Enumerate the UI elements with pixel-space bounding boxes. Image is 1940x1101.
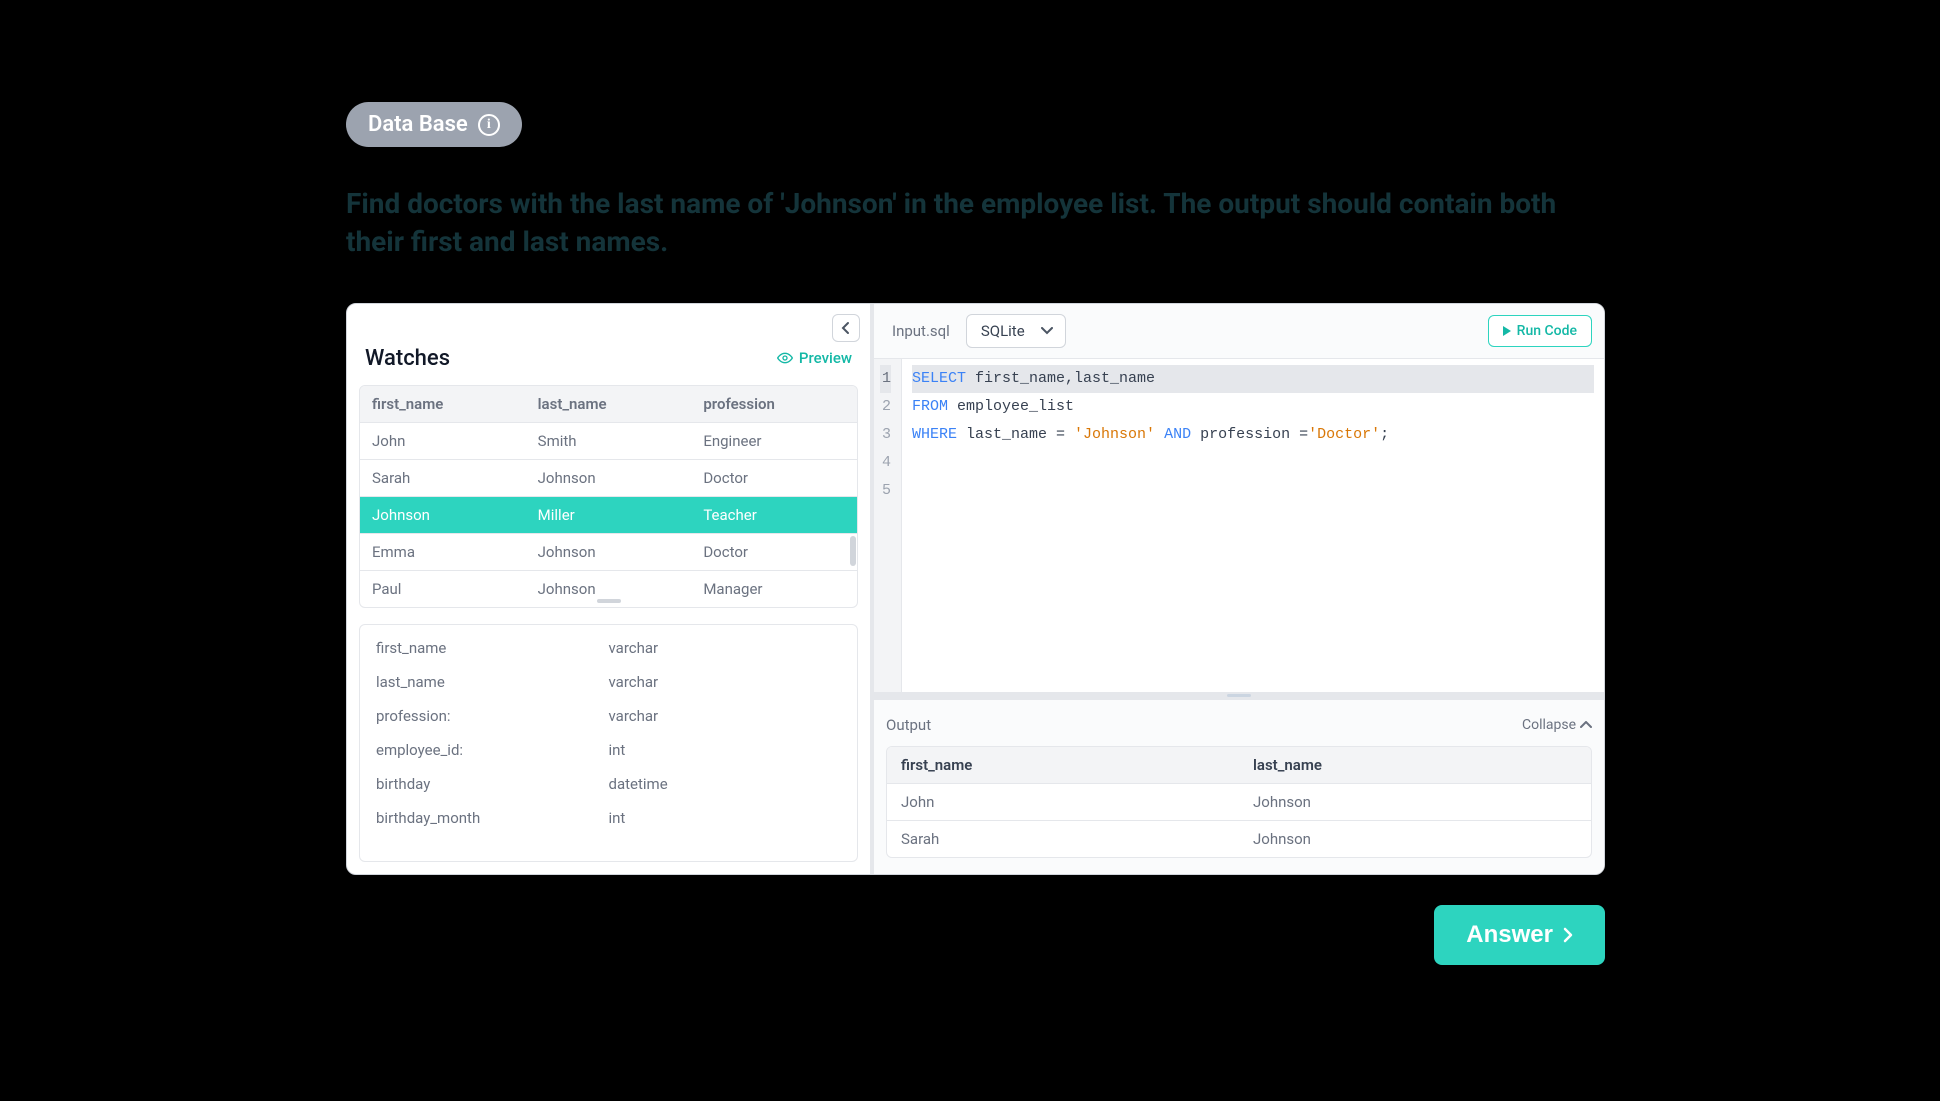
table-row[interactable]: SarahJohnsonDoctor bbox=[360, 460, 857, 497]
table-header-row: first_name last_name profession bbox=[360, 386, 857, 423]
schema-type: datetime bbox=[609, 775, 842, 793]
editor-panel: Input.sql SQLite Run Code 12345 SELECT f… bbox=[874, 304, 1604, 874]
answer-button[interactable]: Answer bbox=[1434, 905, 1605, 965]
answer-label: Answer bbox=[1466, 921, 1553, 949]
watches-table: first_name last_name profession JohnSmit… bbox=[359, 385, 858, 608]
col-header: first_name bbox=[360, 386, 526, 423]
table-cell: John bbox=[360, 423, 526, 460]
line-number: 5 bbox=[880, 477, 891, 505]
schema-type: varchar bbox=[609, 707, 842, 725]
collapse-left-button[interactable] bbox=[832, 314, 860, 342]
schema-type: int bbox=[609, 741, 842, 759]
table-cell: Manager bbox=[691, 571, 857, 607]
watches-panel: Watches Preview first_name last_name pro… bbox=[347, 304, 874, 874]
schema-col: birthday_month bbox=[376, 809, 609, 827]
table-cell: Teacher bbox=[691, 497, 857, 534]
schema-row: birthdaydatetime bbox=[360, 767, 857, 801]
output-title: Output bbox=[886, 716, 931, 734]
prompt-text: Find doctors with the last name of 'John… bbox=[346, 185, 1586, 261]
table-cell: Doctor bbox=[691, 534, 857, 571]
chevron-down-icon bbox=[1041, 324, 1053, 338]
chevron-up-icon bbox=[1580, 721, 1592, 729]
table-cell: Sarah bbox=[360, 460, 526, 497]
code-lines: SELECT first_name,last_name FROM employe… bbox=[902, 359, 1604, 692]
output-cell: John bbox=[887, 784, 1239, 821]
output-cell: Johnson bbox=[1239, 784, 1591, 821]
eye-icon bbox=[777, 350, 793, 366]
output-cell: Johnson bbox=[1239, 821, 1591, 857]
output-section: Output Collapse first_name last_name Joh… bbox=[874, 700, 1604, 874]
col-header: last_name bbox=[526, 386, 692, 423]
line-number: 3 bbox=[880, 421, 891, 449]
schema-type: varchar bbox=[609, 639, 842, 657]
filename-label: Input.sql bbox=[892, 322, 950, 340]
schema-col: employee_id: bbox=[376, 741, 609, 759]
table-row[interactable]: JohnsonMillerTeacher bbox=[360, 497, 857, 534]
horizontal-splitter[interactable] bbox=[874, 692, 1604, 700]
database-badge: Data Base i bbox=[346, 102, 522, 147]
play-icon bbox=[1503, 326, 1511, 336]
info-icon: i bbox=[478, 114, 500, 136]
table-cell: Johnson bbox=[526, 460, 692, 497]
table-cell: Emma bbox=[360, 534, 526, 571]
resize-handle[interactable] bbox=[597, 599, 621, 603]
run-label: Run Code bbox=[1517, 323, 1577, 339]
schema-col: birthday bbox=[376, 775, 609, 793]
out-col-header: last_name bbox=[1239, 747, 1591, 784]
output-header-row: first_name last_name bbox=[887, 747, 1591, 784]
table-cell: Paul bbox=[360, 571, 526, 607]
badge-label: Data Base bbox=[368, 112, 468, 137]
preview-button[interactable]: Preview bbox=[777, 349, 852, 367]
schema-row: employee_id:int bbox=[360, 733, 857, 767]
code-editor[interactable]: 12345 SELECT first_name,last_name FROM e… bbox=[874, 359, 1604, 692]
output-cell: Sarah bbox=[887, 821, 1239, 857]
run-code-button[interactable]: Run Code bbox=[1488, 315, 1592, 347]
output-row: SarahJohnson bbox=[887, 821, 1591, 857]
schema-box: first_namevarcharlast_namevarcharprofess… bbox=[359, 624, 858, 862]
schema-col: profession: bbox=[376, 707, 609, 725]
table-cell: Doctor bbox=[691, 460, 857, 497]
schema-col: last_name bbox=[376, 673, 609, 691]
watches-title: Watches bbox=[365, 346, 450, 371]
scrollbar-thumb[interactable] bbox=[850, 536, 856, 566]
preview-label: Preview bbox=[799, 349, 852, 367]
chevron-right-icon bbox=[1563, 927, 1573, 943]
table-cell: Engineer bbox=[691, 423, 857, 460]
line-number: 1 bbox=[880, 365, 891, 393]
table-row[interactable]: EmmaJohnsonDoctor bbox=[360, 534, 857, 571]
dialect-select[interactable]: SQLite bbox=[966, 314, 1066, 348]
table-cell: Smith bbox=[526, 423, 692, 460]
out-col-header: first_name bbox=[887, 747, 1239, 784]
table-cell: Johnson bbox=[360, 497, 526, 534]
schema-type: varchar bbox=[609, 673, 842, 691]
schema-row: last_namevarchar bbox=[360, 665, 857, 699]
workspace-card: Watches Preview first_name last_name pro… bbox=[346, 303, 1605, 875]
collapse-output-button[interactable]: Collapse bbox=[1522, 717, 1592, 733]
table-cell: Miller bbox=[526, 497, 692, 534]
schema-type: int bbox=[609, 809, 842, 827]
chevron-left-icon bbox=[841, 321, 851, 335]
line-number: 2 bbox=[880, 393, 891, 421]
schema-row: birthday_monthint bbox=[360, 801, 857, 835]
line-number: 4 bbox=[880, 449, 891, 477]
col-header: profession bbox=[691, 386, 857, 423]
schema-row: profession:varchar bbox=[360, 699, 857, 733]
table-row[interactable]: JohnSmithEngineer bbox=[360, 423, 857, 460]
output-row: JohnJohnson bbox=[887, 784, 1591, 821]
schema-row: first_namevarchar bbox=[360, 631, 857, 665]
schema-col: first_name bbox=[376, 639, 609, 657]
dialect-value: SQLite bbox=[981, 322, 1025, 340]
line-gutter: 12345 bbox=[874, 359, 902, 692]
table-cell: Johnson bbox=[526, 534, 692, 571]
output-table: first_name last_name JohnJohnsonSarahJoh… bbox=[886, 746, 1592, 858]
editor-toolbar: Input.sql SQLite Run Code bbox=[874, 304, 1604, 359]
collapse-label: Collapse bbox=[1522, 717, 1576, 733]
